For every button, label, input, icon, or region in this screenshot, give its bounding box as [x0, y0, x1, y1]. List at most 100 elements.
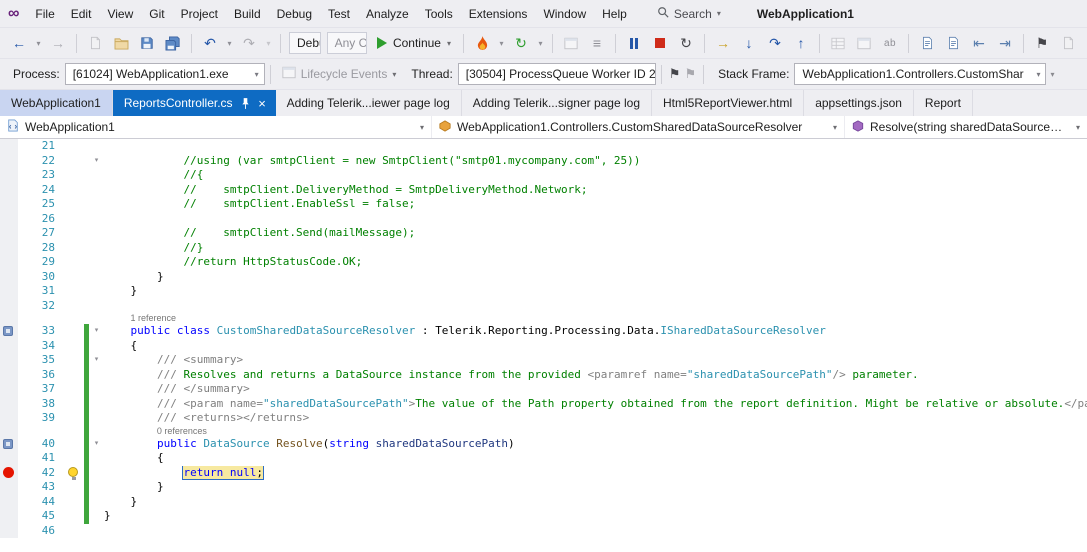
code-text[interactable]: } [104, 509, 1087, 524]
save-icon[interactable] [135, 31, 159, 55]
nav-forward-icon[interactable]: → [46, 31, 70, 55]
restart-application-icon[interactable]: ↻ [509, 31, 533, 55]
breakpoint-margin[interactable] [0, 524, 18, 539]
breakpoint-margin[interactable] [0, 509, 18, 524]
tab-webapplication1[interactable]: WebApplication1 [0, 90, 113, 116]
breakpoint-margin[interactable] [0, 299, 18, 314]
code-text[interactable]: } [104, 495, 1087, 510]
redo-icon[interactable]: ↷ [237, 31, 261, 55]
code-line[interactable]: 37 /// </summary> [0, 382, 1087, 397]
code-line[interactable]: 24 // smtpClient.DeliveryMethod = SmtpDe… [0, 183, 1087, 198]
code-text[interactable]: // smtpClient.Send(mailMessage); [104, 226, 1087, 241]
margin-glyph[interactable] [3, 439, 13, 449]
show-next-statement-icon[interactable]: → [711, 31, 735, 55]
close-icon[interactable]: × [255, 97, 270, 110]
code-text[interactable]: { [104, 339, 1087, 354]
thread-combo[interactable]: [30504] ProcessQueue Worker ID 2 ▾ [458, 63, 656, 85]
increase-indent-icon[interactable]: ⇥ [993, 31, 1017, 55]
lightbulb-icon[interactable] [68, 467, 78, 477]
breakpoint-margin[interactable] [0, 212, 18, 227]
code-line[interactable]: 32 [0, 299, 1087, 314]
fold-collapse-icon[interactable]: ▾ [95, 356, 99, 363]
glyph-margin[interactable] [0, 313, 18, 324]
fold-collapse-icon[interactable]: ▾ [95, 157, 99, 164]
menu-window[interactable]: Window [535, 2, 594, 26]
quick-info-icon[interactable] [941, 31, 965, 55]
code-line[interactable]: 33▾ public class CustomSharedDataSourceR… [0, 324, 1087, 339]
breakpoints-window-icon[interactable] [826, 31, 850, 55]
breadcrumb-project-dropdown[interactable]: WebApplication1 ▾ [0, 116, 432, 138]
code-line[interactable]: 36 /// Resolves and returns a DataSource… [0, 368, 1087, 383]
code-line[interactable]: 21 [0, 139, 1087, 154]
code-text[interactable] [104, 524, 1087, 539]
hex-display-icon[interactable]: ab [878, 31, 902, 55]
menu-help[interactable]: Help [594, 2, 635, 26]
breakpoint-indicator[interactable] [3, 467, 14, 478]
code-text[interactable]: /// <returns></returns> [104, 411, 1087, 426]
diagnostics-window-icon[interactable] [559, 31, 583, 55]
breadcrumb-member-dropdown[interactable]: Resolve(string sharedDataSourcePath) ▾ [845, 116, 1087, 138]
breadcrumb-type-dropdown[interactable]: WebApplication1.Controllers.CustomShared… [432, 116, 845, 138]
menu-test[interactable]: Test [320, 2, 358, 26]
breakpoint-margin[interactable] [0, 466, 18, 481]
code-text[interactable]: } [104, 284, 1087, 299]
code-text[interactable]: //{ [104, 168, 1087, 183]
breakpoint-margin[interactable] [0, 226, 18, 241]
hot-reload-icon[interactable] [470, 31, 494, 55]
restart-debugging-icon[interactable]: ↻ [674, 31, 698, 55]
restart-application-dropdown-icon[interactable]: ▾ [535, 31, 546, 55]
code-text[interactable]: } [104, 480, 1087, 495]
lifecycle-events-button[interactable]: Lifecycle Events ▾ [276, 62, 403, 86]
step-into-icon[interactable]: ↓ [737, 31, 761, 55]
show-flagged-threads-only-icon[interactable]: ⚑ [684, 66, 696, 82]
code-editor[interactable]: 2122▾ //using (var smtpClient = new Smtp… [0, 139, 1087, 552]
code-line[interactable]: 39 /// <returns></returns> [0, 411, 1087, 426]
code-line[interactable]: 46 [0, 524, 1087, 539]
solution-configurations-combo[interactable]: Debug▾ [289, 32, 321, 54]
step-over-icon[interactable]: ↷ [763, 31, 787, 55]
solution-platforms-combo[interactable]: Any CPU▾ [327, 32, 367, 54]
menu-edit[interactable]: Edit [63, 2, 100, 26]
code-line[interactable]: 42 return null; [0, 466, 1087, 481]
code-line[interactable]: 26 [0, 212, 1087, 227]
break-all-icon[interactable] [622, 31, 646, 55]
code-line[interactable]: 35▾ /// <summary> [0, 353, 1087, 368]
save-all-icon[interactable] [161, 31, 185, 55]
breakpoint-margin[interactable] [0, 168, 18, 183]
code-text[interactable]: //} [104, 241, 1087, 256]
code-line[interactable]: 27 // smtpClient.Send(mailMessage); [0, 226, 1087, 241]
code-line[interactable]: 29 //return HttpStatusCode.OK; [0, 255, 1087, 270]
breakpoint-margin[interactable] [0, 451, 18, 466]
process-combo[interactable]: [61024] WebApplication1.exe ▾ [65, 63, 265, 85]
tab-reportscontroller-cs[interactable]: ReportsController.cs× [113, 90, 276, 116]
pin-icon[interactable] [241, 97, 250, 110]
fold-collapse-icon[interactable]: ▾ [95, 440, 99, 447]
tab-adding-telerik-iewer-page-log[interactable]: Adding Telerik...iewer page log [276, 90, 462, 116]
stop-debugging-icon[interactable] [648, 31, 672, 55]
breakpoint-margin[interactable] [0, 154, 18, 169]
continue-button[interactable]: Continue▾ [370, 31, 458, 55]
breakpoint-margin[interactable] [0, 397, 18, 412]
code-line[interactable]: 38 /// <param name="sharedDataSourcePath… [0, 397, 1087, 412]
bookmarks-window-icon[interactable] [1056, 31, 1080, 55]
menu-git[interactable]: Git [141, 2, 172, 26]
breakpoint-margin[interactable] [0, 353, 18, 368]
menu-build[interactable]: Build [226, 2, 269, 26]
fold-collapse-icon[interactable]: ▾ [95, 327, 99, 334]
margin-glyph[interactable] [3, 326, 13, 336]
breakpoint-margin[interactable] [0, 368, 18, 383]
tab-appsettings-json[interactable]: appsettings.json [804, 90, 914, 116]
menu-file[interactable]: File [27, 2, 62, 26]
glyph-margin[interactable] [0, 426, 18, 437]
flag-threads-icon[interactable]: ⚑ [669, 66, 681, 82]
code-text[interactable]: { [104, 451, 1087, 466]
debug-windows-dropdown-icon[interactable]: ≡ [585, 31, 609, 55]
nav-back-icon[interactable]: ← [7, 31, 31, 55]
breakpoint-margin[interactable] [0, 197, 18, 212]
undo-icon[interactable]: ↶ [198, 31, 222, 55]
breakpoint-margin[interactable] [0, 382, 18, 397]
code-text[interactable]: public class CustomSharedDataSourceResol… [104, 324, 1087, 339]
step-out-icon[interactable]: ↑ [789, 31, 813, 55]
code-line[interactable]: 30 } [0, 270, 1087, 285]
code-line[interactable]: 34 { [0, 339, 1087, 354]
